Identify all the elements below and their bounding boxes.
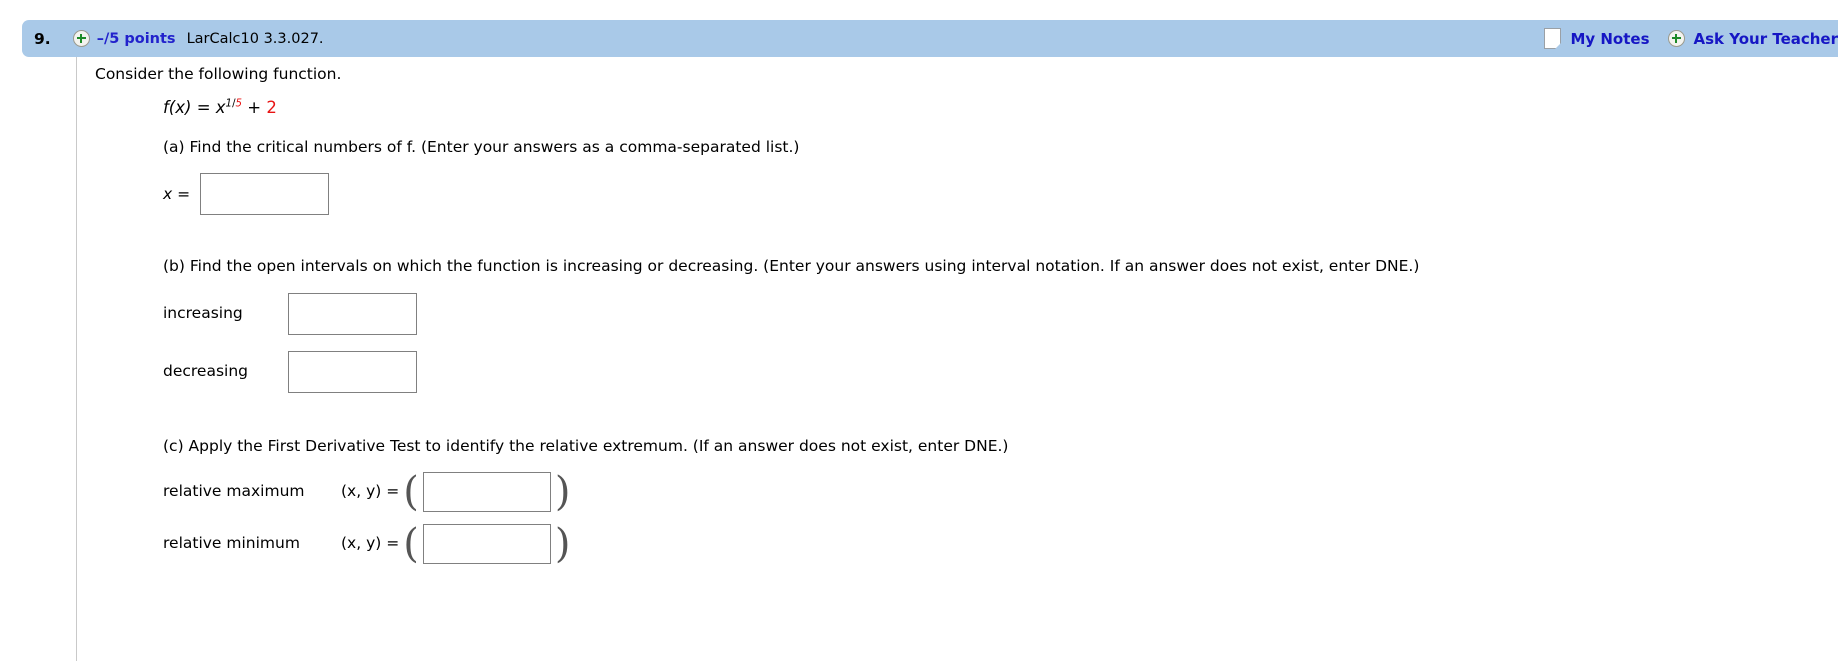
relative-minimum-input[interactable] [422,523,551,564]
part-a-answer-row: x = [163,173,1835,216]
part-c-minimum-row: relative minimum (x, y) = ( ) [163,520,1835,567]
my-notes-button[interactable]: My Notes [1570,30,1649,48]
open-paren-min: ( [403,520,419,567]
relative-maximum-input[interactable] [422,471,551,512]
header-actions: My Notes Ask Your Teacher [1544,28,1838,49]
formula-exp-denominator: 5 [235,98,243,110]
part-c-maximum-row: relative maximum (x, y) = ( ) [163,468,1835,515]
xy-equals-label-min: (x, y) = [341,534,400,553]
part-b-decreasing-row: decreasing [163,350,1835,393]
formula-exponent: 1/5 [226,99,242,110]
plus-circle-icon[interactable] [1667,30,1685,47]
part-a-field-label: x = [163,184,191,203]
close-paren-min: ) [554,520,571,567]
close-paren-max: ) [554,468,571,515]
question-number: 9. [34,29,51,48]
decreasing-label: decreasing [163,361,249,380]
ask-your-teacher-button[interactable]: Ask Your Teacher [1694,30,1838,48]
increasing-label: increasing [163,303,243,322]
relative-minimum-label: relative minimum [163,534,300,553]
formula-constant: 2 [266,98,277,118]
left-vertical-rule [76,57,77,661]
intro-text: Consider the following function. [95,65,342,83]
formula-plus: + [247,98,262,118]
question-reference: LarCalc10 3.3.027. [186,30,324,47]
part-a-prompt: (a) Find the critical numbers of f. (Ent… [163,138,800,156]
decreasing-interval-input[interactable] [288,350,417,393]
plus-circle-icon[interactable] [72,30,90,47]
critical-numbers-input[interactable] [200,173,330,216]
question-content: Consider the following function. f(x) = … [95,63,1835,564]
part-b-increasing-row: increasing [163,292,1835,335]
open-paren-max: ( [403,468,419,515]
points-label: –/5 points [96,30,176,47]
increasing-interval-input[interactable] [288,292,417,335]
xy-equals-label-max: (x, y) = [341,482,400,501]
formula-base: x [215,98,226,118]
question-header-bar: 9. –/5 points LarCalc10 3.3.027. My Note… [22,20,1838,57]
part-c-prompt: (c) Apply the First Derivative Test to i… [163,436,1009,455]
formula-fx: f(x) [163,98,192,118]
formula-equals: = [196,98,211,118]
document-icon[interactable] [1544,28,1562,49]
part-b-prompt: (b) Find the open intervals on which the… [163,257,1420,276]
function-formula: f(x) = x1/5 + 2 [163,96,1835,121]
relative-maximum-label: relative maximum [163,482,305,501]
